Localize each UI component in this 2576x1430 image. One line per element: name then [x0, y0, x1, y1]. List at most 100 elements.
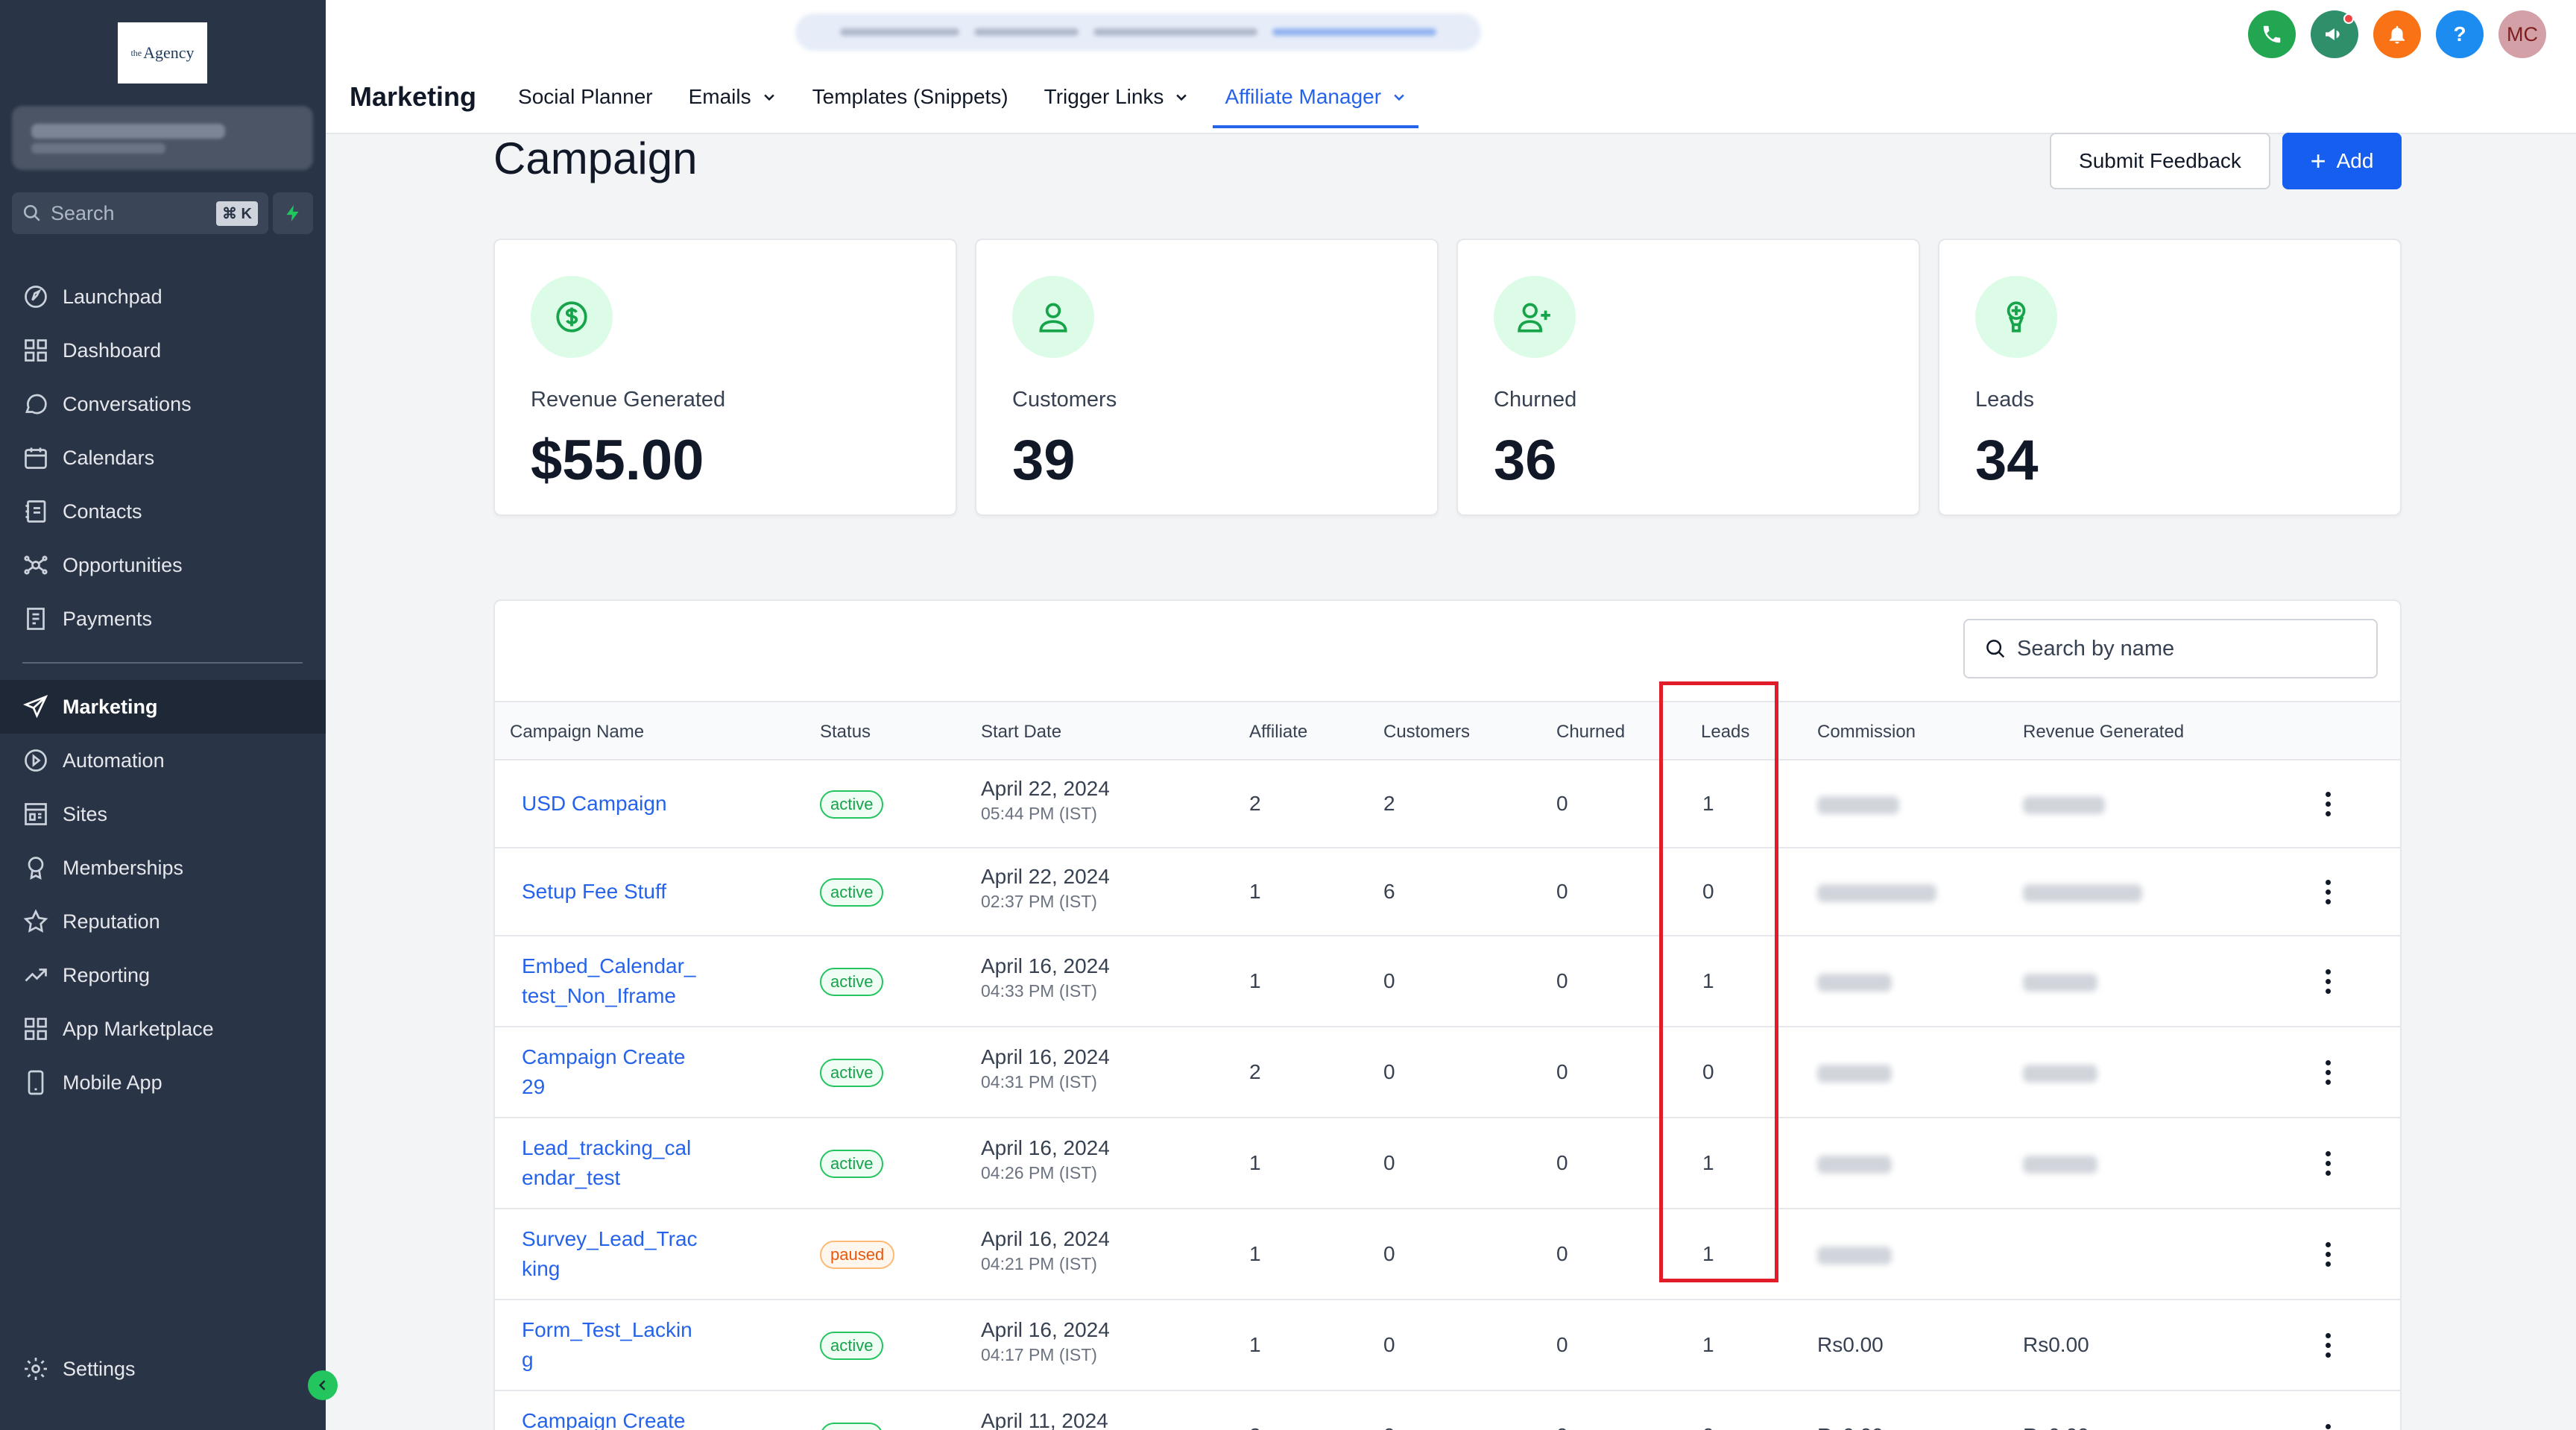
sidebar-item-opportunities[interactable]: Opportunities — [0, 538, 326, 592]
avatar[interactable]: MC — [2498, 10, 2546, 58]
sidebar-item-reporting[interactable]: Reporting — [0, 948, 326, 1002]
sidebar: the Agency Search ⌘ K Launchpad Dashboard… — [0, 0, 326, 1430]
star-icon — [23, 909, 48, 933]
collapse-sidebar-button[interactable] — [308, 1370, 338, 1400]
campaign-name-link[interactable]: Survey_Lead_Trac king — [522, 1224, 698, 1284]
col-status[interactable]: Status — [820, 722, 871, 743]
phone-icon — [28, 1070, 44, 1095]
table-search-input[interactable]: Search by name — [1963, 619, 2378, 678]
sidebar-item-conversations[interactable]: Conversations — [0, 377, 326, 431]
phone-button[interactable] — [2248, 10, 2296, 58]
col-churned[interactable]: Churned — [1556, 722, 1625, 743]
revenue-blurred — [2023, 1065, 2097, 1083]
account-switcher[interactable] — [12, 106, 313, 170]
sidebar-item-marketing[interactable]: Marketing — [0, 680, 326, 734]
commission-blurred — [1817, 1065, 1892, 1083]
sidebar-item-contacts[interactable]: Contacts — [0, 485, 326, 538]
status-badge: active — [820, 1423, 884, 1430]
help-icon: ? — [2453, 22, 2466, 45]
col-revenue[interactable]: Revenue Generated — [2023, 722, 2184, 743]
sidebar-divider — [22, 662, 303, 664]
top-bar: ? MC Marketing Social Planner Emails Tem… — [326, 0, 2576, 134]
tab-affiliate-manager[interactable]: Affiliate Manager — [1213, 70, 1418, 128]
affiliate-count: 2 — [1249, 1424, 1261, 1430]
sidebar-search[interactable]: Search ⌘ K — [12, 192, 268, 234]
sites-icon — [25, 803, 47, 825]
user-icon — [1012, 276, 1094, 358]
leads-count: 0 — [1702, 1424, 1714, 1430]
tab-social-planner[interactable]: Social Planner — [518, 70, 653, 124]
row-menu-icon[interactable] — [2326, 1151, 2332, 1180]
row-menu-icon[interactable] — [2326, 1242, 2332, 1271]
row-menu-icon[interactable] — [2326, 1333, 2332, 1362]
campaign-name-link[interactable]: Embed_Calendar_ test_Non_Iframe — [522, 951, 696, 1011]
sidebar-item-calendars[interactable]: Calendars — [0, 431, 326, 485]
tab-emails[interactable]: Emails — [689, 70, 777, 124]
campaign-name-link[interactable]: Lead_tracking_cal endar_test — [522, 1133, 691, 1193]
campaign-name-link[interactable]: Setup Fee Stuff — [522, 877, 666, 907]
agency-logo[interactable]: the Agency — [118, 22, 207, 84]
sidebar-item-launchpad[interactable]: Launchpad — [0, 270, 326, 324]
top-icons: ? MC — [2248, 10, 2546, 58]
row-menu-icon[interactable] — [2326, 880, 2332, 909]
table-row: Setup Fee Stuff active April 22, 2024 02:… — [495, 848, 2400, 936]
network-icon — [24, 555, 48, 575]
col-commission[interactable]: Commission — [1817, 722, 1916, 743]
commission-blurred — [1817, 974, 1892, 992]
sidebar-item-reputation[interactable]: Reputation — [0, 895, 326, 948]
sidebar-item-memberships[interactable]: Memberships — [0, 841, 326, 895]
help-button[interactable]: ? — [2436, 10, 2484, 58]
leads-count: 1 — [1702, 1333, 1714, 1356]
sidebar-item-mobile-app[interactable]: Mobile App — [0, 1056, 326, 1109]
sidebar-item-automation[interactable]: Automation — [0, 734, 326, 787]
stat-card-churned: Churned 36 — [1456, 239, 1920, 516]
stat-label: Leads — [1975, 388, 2035, 412]
affiliate-count: 1 — [1249, 1242, 1261, 1265]
col-affiliate[interactable]: Affiliate — [1249, 722, 1307, 743]
customers-count: 6 — [1383, 880, 1395, 903]
revenue-value: Rs0.00 — [2023, 1333, 2089, 1356]
announcements-button[interactable] — [2311, 10, 2358, 58]
page-title: Campaign — [493, 133, 698, 183]
col-campaign-name[interactable]: Campaign Name — [510, 722, 644, 743]
customers-count: 0 — [1383, 1424, 1395, 1430]
sidebar-item-sites[interactable]: Sites — [0, 787, 326, 841]
row-menu-icon[interactable] — [2326, 1424, 2332, 1430]
submit-feedback-button[interactable]: Submit Feedback — [2050, 133, 2270, 189]
campaign-name-link[interactable]: USD Campaign — [522, 789, 667, 819]
affiliate-count: 1 — [1249, 1333, 1261, 1356]
search-shortcut: ⌘ K — [216, 201, 258, 226]
marketing-menu: Marketing Social Planner Emails Template… — [350, 75, 1454, 128]
commission-blurred — [1817, 1247, 1892, 1264]
status-badge: active — [820, 1150, 884, 1178]
row-menu-icon[interactable] — [2326, 792, 2332, 821]
sidebar-item-dashboard[interactable]: Dashboard — [0, 324, 326, 377]
quick-action-button[interactable] — [273, 192, 313, 234]
customers-count: 0 — [1383, 1333, 1395, 1356]
affiliate-count: 1 — [1249, 1151, 1261, 1174]
chevron-left-icon — [318, 1380, 326, 1390]
col-start-date[interactable]: Start Date — [981, 722, 1061, 743]
row-menu-icon[interactable] — [2326, 1060, 2332, 1089]
campaign-name-link[interactable]: Campaign Create 29 — [522, 1042, 685, 1102]
table-row: Embed_Calendar_ test_Non_Iframe active Ap… — [495, 936, 2400, 1027]
stat-label: Revenue Generated — [531, 388, 726, 412]
row-menu-icon[interactable] — [2326, 969, 2332, 998]
affiliate-count: 1 — [1249, 880, 1261, 903]
col-customers[interactable]: Customers — [1383, 722, 1470, 743]
sidebar-item-app-marketplace[interactable]: App Marketplace — [0, 1002, 326, 1056]
campaign-table: Search by name Campaign Name Status Star… — [493, 599, 2402, 1430]
commission-blurred — [1817, 1156, 1892, 1174]
add-button[interactable]: + Add — [2282, 133, 2402, 189]
campaign-name-link[interactable]: Campaign Create — [522, 1406, 685, 1430]
play-circle-icon — [25, 749, 47, 772]
notifications-button[interactable] — [2373, 10, 2421, 58]
campaign-name-link[interactable]: Form_Test_Lackin g — [522, 1315, 692, 1375]
tab-templates[interactable]: Templates (Snippets) — [812, 70, 1008, 124]
tab-trigger-links[interactable]: Trigger Links — [1044, 70, 1190, 124]
search-icon — [1986, 640, 2005, 658]
churned-count: 0 — [1556, 792, 1568, 815]
sidebar-item-payments[interactable]: Payments — [0, 592, 326, 646]
sidebar-item-settings[interactable]: Settings — [22, 1355, 136, 1382]
commission-value: Rs0.00 — [1817, 1424, 1884, 1430]
